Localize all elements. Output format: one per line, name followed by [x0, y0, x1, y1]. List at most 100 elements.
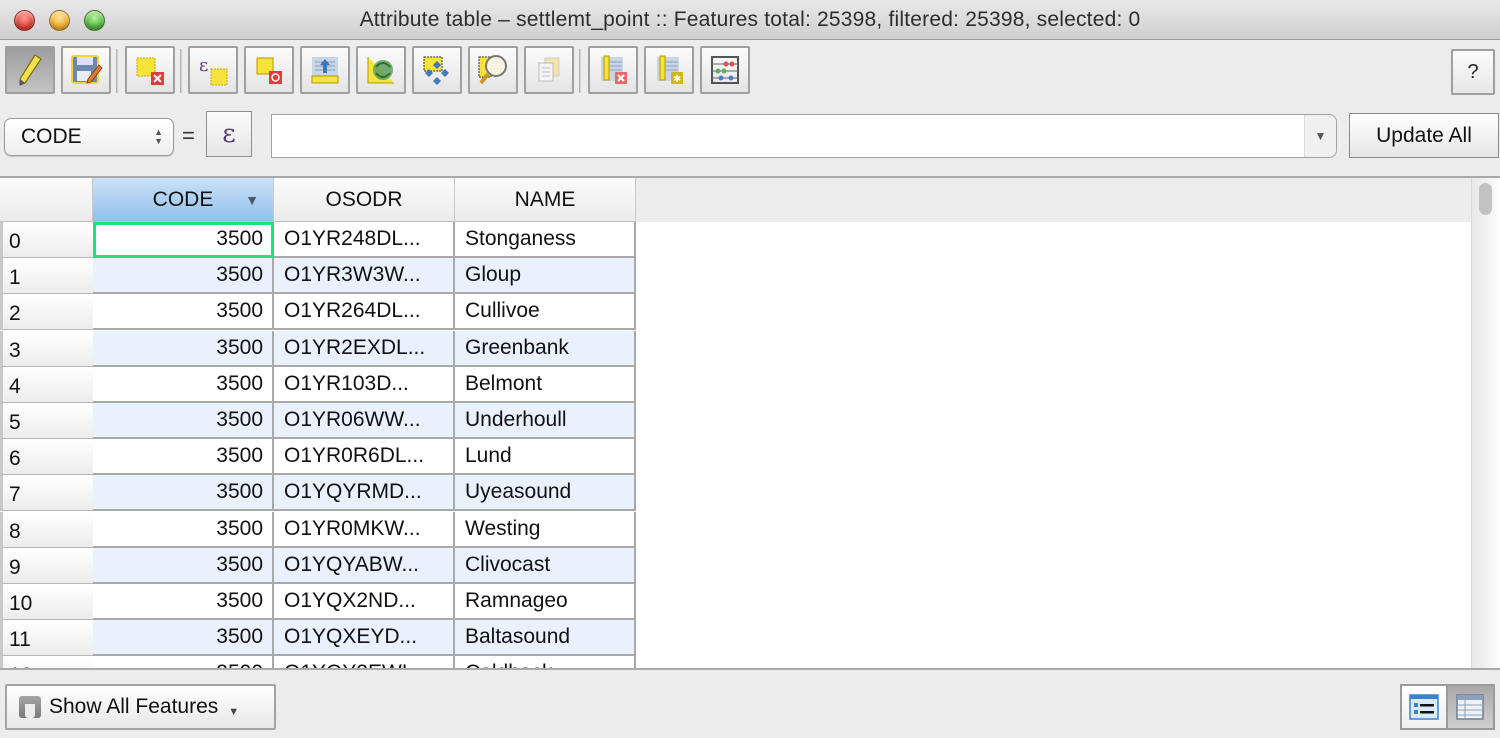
select-by-expression-button[interactable]: ε [188, 46, 238, 94]
row-header[interactable]: 10 [0, 584, 93, 620]
row-header[interactable]: 6 [0, 439, 93, 476]
scrollbar-thumb[interactable] [1479, 183, 1492, 215]
table-row[interactable]: 9 3500 O1YQYABW... Clivocast [0, 547, 636, 584]
row-header[interactable]: 3 [0, 330, 93, 367]
expression-select-icon: ε [199, 55, 228, 86]
cell-osodr[interactable]: O1YQXEYD... [274, 620, 455, 657]
update-all-button[interactable]: Update All [1349, 113, 1499, 158]
cell-osodr[interactable]: O1YR0R6DL... [274, 439, 455, 476]
cell-name[interactable]: Lund [455, 439, 636, 476]
row-header[interactable]: 4 [0, 366, 93, 403]
table-row[interactable]: 123500O1YQY3EWL...Caldback [0, 656, 636, 668]
cell-code[interactable]: 3500 [93, 547, 274, 584]
help-button[interactable]: ? [1451, 49, 1495, 95]
delete-column-button[interactable] [588, 46, 638, 94]
cell-code[interactable]: 3500 [93, 222, 274, 258]
move-selection-to-top-button[interactable] [300, 46, 350, 94]
row-header[interactable]: 7 [0, 475, 93, 512]
cell-name[interactable]: Greenbank [455, 330, 636, 367]
cell-osodr[interactable]: O1YQYABW... [274, 547, 455, 584]
cell-osodr[interactable]: O1YR248DL... [274, 222, 455, 258]
field-select[interactable]: CODE ▲ ▼ [4, 118, 174, 156]
zoom-map-to-selected-button[interactable] [468, 46, 518, 94]
column-header-code[interactable]: CODE ▼ [93, 178, 274, 222]
expression-input[interactable]: ▼ [271, 114, 1337, 158]
cell-code[interactable]: 3500 [93, 403, 274, 439]
cell-osodr[interactable]: O1YR103D... [274, 366, 455, 403]
cell-name[interactable]: Westing [455, 511, 636, 548]
row-header[interactable]: 2 [0, 294, 93, 331]
table-row[interactable]: 5 3500 O1YR06WW... Underhoull [0, 403, 636, 439]
cell-code[interactable]: 3500 [93, 258, 274, 295]
cell-osodr[interactable]: O1YR3W3W... [274, 258, 455, 295]
table-row[interactable]: 2 3500 O1YR264DL... Cullivoe [0, 294, 636, 331]
cell-code[interactable]: 3500 [93, 294, 274, 331]
cell-name[interactable]: Cullivoe [455, 294, 636, 331]
table-row[interactable]: 4 3500 O1YR103D... Belmont [0, 366, 636, 403]
table-header: CODE ▼ OSODR NAME [0, 178, 1472, 222]
cell-code[interactable]: 3500 [93, 475, 274, 512]
table-row[interactable]: 10 3500 O1YQX2ND... Ramnageo [0, 584, 636, 620]
pan-map-to-selected-button[interactable] [412, 46, 462, 94]
row-header[interactable]: 5 [0, 403, 93, 439]
table-row[interactable]: 3 3500 O1YR2EXDL... Greenbank [0, 330, 636, 367]
table-view-button[interactable] [1447, 686, 1493, 728]
cell-osodr[interactable]: O1YR06WW... [274, 403, 455, 439]
cell-osodr[interactable]: O1YR2EXDL... [274, 330, 455, 367]
deselect-all-button[interactable] [244, 46, 294, 94]
table-view-icon [1456, 694, 1484, 720]
table-row[interactable]: 7 3500 O1YQYRMD... Uyeasound [0, 475, 636, 512]
cell-name[interactable]: Baltasound [455, 620, 636, 657]
column-header-osodr[interactable]: OSODR [274, 178, 455, 222]
table-row[interactable]: 1 3500 O1YR3W3W... Gloup [0, 258, 636, 295]
column-header-name[interactable]: NAME [455, 178, 636, 222]
toggle-editing-button[interactable] [5, 46, 55, 94]
form-view-icon [1409, 694, 1439, 720]
cell-osodr[interactable]: O1YR264DL... [274, 294, 455, 331]
cell-name[interactable]: Underhoull [455, 403, 636, 439]
cell-name[interactable]: Clivocast [455, 547, 636, 584]
cell-name[interactable]: Belmont [455, 366, 636, 403]
cell-code[interactable]: 3500 [93, 620, 274, 657]
cell-code[interactable]: 3500 [93, 330, 274, 367]
form-view-button[interactable] [1402, 686, 1448, 728]
row-header[interactable]: 12 [0, 656, 93, 668]
cell-osodr[interactable]: O1YQY3EWL... [274, 656, 455, 668]
cell-name[interactable]: Gloup [455, 258, 636, 295]
cell-name[interactable]: Stonganess [455, 222, 636, 258]
table-row[interactable]: 6 3500 O1YR0R6DL... Lund [0, 439, 636, 476]
row-header[interactable]: 9 [0, 547, 93, 584]
cell-name[interactable]: Caldback [455, 656, 636, 668]
cell-code[interactable]: 3500 [93, 366, 274, 403]
new-column-button[interactable]: ✱ [644, 46, 694, 94]
delete-selected-button[interactable] [125, 46, 175, 94]
table-row[interactable]: 8 3500 O1YR0MKW... Westing [0, 511, 636, 548]
table-corner-button[interactable] [0, 178, 93, 222]
table-row[interactable]: 0 3500 O1YR248DL... Stonganess [0, 222, 636, 258]
expression-dropdown-icon[interactable]: ▼ [1304, 115, 1336, 157]
copy-selected-rows-button[interactable] [524, 46, 574, 94]
invert-selection-button[interactable] [356, 46, 406, 94]
vertical-scrollbar[interactable] [1471, 178, 1498, 668]
expression-builder-button[interactable]: ε [206, 111, 252, 157]
save-edits-button[interactable] [61, 46, 111, 94]
cell-osodr[interactable]: O1YQX2ND... [274, 584, 455, 620]
view-mode-toggle [1400, 684, 1495, 730]
pan-to-selected-icon [423, 56, 449, 85]
cell-code[interactable]: 3500 [93, 656, 274, 668]
cell-code[interactable]: 3500 [93, 584, 274, 620]
cell-name[interactable]: Uyeasound [455, 475, 636, 512]
cell-osodr[interactable]: O1YR0MKW... [274, 511, 455, 548]
cell-osodr[interactable]: O1YQYRMD... [274, 475, 455, 512]
row-header[interactable]: 0 [0, 222, 93, 258]
feature-filter-button[interactable]: Show All Features ▼ [5, 684, 276, 730]
field-calculator-button[interactable] [700, 46, 750, 94]
cell-name[interactable]: Ramnageo [455, 584, 636, 620]
row-header[interactable]: 1 [0, 258, 93, 295]
cell-code[interactable]: 3500 [93, 511, 274, 548]
feature-filter-label: Show All Features [49, 695, 219, 718]
row-header[interactable]: 8 [0, 511, 93, 548]
row-header[interactable]: 11 [0, 620, 93, 657]
table-row[interactable]: 11 3500 O1YQXEYD... Baltasound [0, 620, 636, 657]
cell-code[interactable]: 3500 [93, 439, 274, 476]
